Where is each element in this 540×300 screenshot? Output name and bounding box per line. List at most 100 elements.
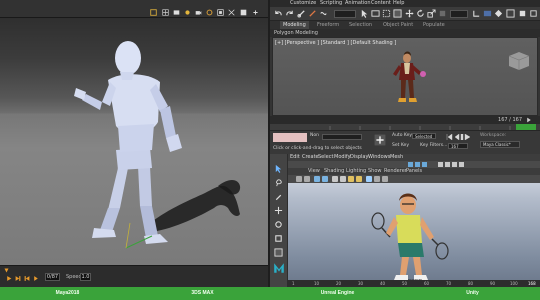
- add-time-tag-icon[interactable]: [374, 134, 386, 146]
- maxscript-listener[interactable]: [273, 133, 307, 142]
- grid-toggle-icon[interactable]: [314, 176, 320, 182]
- max-time-slider[interactable]: 167 / 167: [270, 116, 540, 124]
- tab-object-paint[interactable]: Object Paint: [380, 21, 416, 29]
- window-crossing-icon[interactable]: [393, 9, 402, 18]
- panel-view[interactable]: View: [308, 168, 320, 175]
- set-key-button[interactable]: Set Key: [392, 143, 409, 148]
- frame-field[interactable]: 0/87: [45, 273, 60, 281]
- render-setup-icon[interactable]: [494, 9, 503, 18]
- snap-icon[interactable]: [472, 9, 481, 18]
- panel-panels[interactable]: Panels: [406, 168, 422, 175]
- playhead-icon[interactable]: [4, 268, 9, 273]
- tab-selection[interactable]: Selection: [346, 21, 375, 29]
- select-by-name-icon[interactable]: [371, 9, 380, 18]
- timeline-tick: 80: [468, 281, 474, 286]
- maya-time-slider[interactable]: 1 10 20 30 40 50 60 70 80 90 100 168: [288, 280, 540, 287]
- shaded-icon[interactable]: [240, 9, 247, 16]
- link-icon[interactable]: [297, 9, 306, 18]
- ao-icon[interactable]: [382, 176, 388, 182]
- panel-show[interactable]: Show: [368, 168, 382, 175]
- redo-icon[interactable]: [285, 9, 294, 18]
- layout-single-icon[interactable]: [274, 248, 283, 257]
- rect-select-icon[interactable]: [382, 9, 391, 18]
- maya-persp-viewport[interactable]: View Shading Lighting Show Renderer Pane…: [288, 168, 540, 287]
- menu-icon[interactable]: [252, 9, 259, 16]
- menu-content[interactable]: Content: [371, 0, 391, 7]
- menu-animation[interactable]: Animation: [345, 0, 371, 7]
- scale-tool-icon[interactable]: [274, 234, 283, 243]
- rotate-icon[interactable]: [416, 9, 425, 18]
- isolate-icon[interactable]: [366, 176, 372, 182]
- step-back-icon[interactable]: [24, 275, 30, 282]
- workspace-dropdown[interactable]: Maya Classic*: [480, 141, 520, 148]
- lasso-tool-icon[interactable]: [274, 178, 283, 187]
- playback-controls[interactable]: [445, 134, 475, 140]
- coord-field[interactable]: [322, 134, 362, 140]
- grid-icon[interactable]: [162, 9, 169, 16]
- viewport-label[interactable]: [+] [Perspective ] [Standard ] [Default …: [275, 40, 396, 46]
- scene-viewport[interactable]: [0, 18, 268, 265]
- panel-renderer[interactable]: Renderer: [384, 168, 407, 175]
- smooth-shade-icon[interactable]: [340, 176, 346, 182]
- tab-freeform[interactable]: Freeform: [314, 21, 342, 29]
- step-forward-icon[interactable]: [15, 275, 21, 282]
- rendered-frame-icon[interactable]: [506, 9, 515, 18]
- select-object-icon[interactable]: [360, 9, 369, 18]
- paint-tool-icon[interactable]: [274, 192, 283, 201]
- textured-icon[interactable]: [348, 176, 354, 182]
- xray-icon[interactable]: [374, 176, 380, 182]
- selection-filter-dropdown[interactable]: [334, 10, 356, 18]
- reference-coord-dropdown[interactable]: [450, 10, 468, 18]
- wireframe-toggle-icon[interactable]: [332, 176, 338, 182]
- menu-windows[interactable]: Windows: [368, 154, 390, 161]
- auto-key-dropdown[interactable]: Selected: [412, 133, 436, 139]
- menu-display[interactable]: Display: [350, 154, 368, 161]
- render-icon[interactable]: [518, 9, 527, 18]
- panel-shading[interactable]: Shading: [324, 168, 344, 175]
- lights-icon[interactable]: [356, 176, 362, 182]
- move-tool-icon[interactable]: [274, 206, 283, 215]
- tab-modeling[interactable]: Modeling: [280, 21, 309, 29]
- max-perspective-viewport[interactable]: [+] [Perspective ] [Standard ] [Default …: [272, 37, 538, 116]
- key-filters-button[interactable]: Key Filters...: [420, 143, 447, 148]
- camera-icon[interactable]: [195, 9, 202, 16]
- menu-mesh[interactable]: Mesh: [390, 154, 403, 161]
- layers-icon[interactable]: [173, 9, 180, 16]
- shelf-icons[interactable]: [288, 161, 540, 168]
- speed-field[interactable]: 1.0: [80, 273, 91, 281]
- tab-populate[interactable]: Populate: [420, 21, 448, 29]
- film-gate-icon[interactable]: [322, 176, 328, 182]
- scale-icon[interactable]: [427, 9, 436, 18]
- current-frame-field[interactable]: 167: [448, 143, 468, 149]
- menu-modify[interactable]: Modify: [334, 154, 351, 161]
- menu-create[interactable]: Create: [302, 154, 319, 161]
- move-icon[interactable]: [405, 9, 414, 18]
- timeline-tick: 70: [446, 281, 452, 286]
- audio-icon[interactable]: [206, 9, 213, 16]
- select-tool-icon[interactable]: [274, 164, 283, 173]
- slider-next-icon[interactable]: [526, 117, 532, 123]
- gizmo-icon[interactable]: [150, 9, 157, 16]
- play-icon[interactable]: [6, 275, 12, 282]
- menu-scripting[interactable]: Scripting: [320, 0, 342, 7]
- menu-customize[interactable]: Customize: [290, 0, 316, 7]
- panel-lighting[interactable]: Lighting: [346, 168, 366, 175]
- effects-icon[interactable]: [217, 9, 224, 16]
- current-frame-readout[interactable]: 168: [528, 281, 536, 286]
- wireframe-icon[interactable]: [228, 9, 235, 16]
- undo-icon[interactable]: [274, 9, 283, 18]
- render-production-icon[interactable]: [529, 9, 538, 18]
- loop-icon[interactable]: [33, 275, 39, 282]
- bind-icon[interactable]: [319, 9, 328, 18]
- placement-icon[interactable]: [438, 9, 447, 18]
- rotate-tool-icon[interactable]: [274, 220, 283, 229]
- percent-snap-icon[interactable]: [483, 9, 492, 18]
- menu-select[interactable]: Select: [318, 154, 333, 161]
- auto-key-button[interactable]: Auto Key: [392, 133, 412, 138]
- menu-edit[interactable]: Edit: [290, 154, 300, 161]
- unlink-icon[interactable]: [308, 9, 317, 18]
- camera-attr-icon[interactable]: [296, 176, 302, 182]
- menu-help[interactable]: Help: [393, 0, 404, 7]
- lighting-icon[interactable]: [184, 9, 191, 16]
- bookmark-icon[interactable]: [304, 176, 310, 182]
